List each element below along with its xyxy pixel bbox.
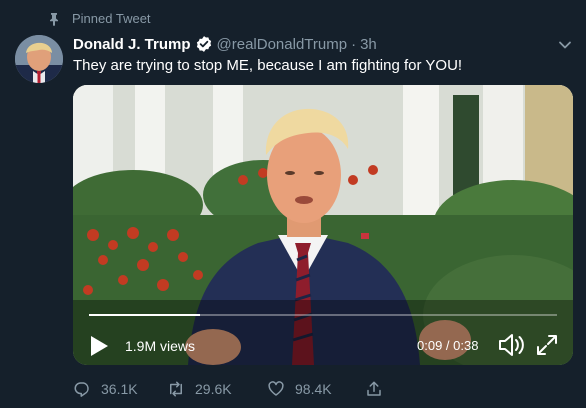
author-name[interactable]: Donald J. Trump <box>73 36 191 53</box>
video-progress-fill <box>89 314 200 316</box>
view-count: 1.9M views <box>125 338 196 354</box>
video-player[interactable]: 1.9M views 0:09 / 0:38 <box>73 85 573 365</box>
tweet-time[interactable]: 3h <box>360 36 377 53</box>
separator-dot: · <box>351 35 357 53</box>
tweet-text: They are trying to stop ME, because I am… <box>73 57 463 74</box>
verified-badge-icon <box>196 36 211 52</box>
avatar-image <box>15 35 63 83</box>
avatar[interactable] <box>15 35 63 83</box>
video-progress-bar[interactable] <box>89 314 557 316</box>
reply-button[interactable]: 36.1K <box>73 380 138 398</box>
like-count: 98.4K <box>295 381 332 397</box>
volume-icon[interactable] <box>497 331 525 359</box>
tweet-actions: 36.1K 29.6K 98.4K <box>73 380 586 402</box>
author-handle[interactable]: @realDonaldTrump <box>217 36 348 53</box>
retweet-count: 29.6K <box>195 381 232 397</box>
video-timecode: 0:09 / 0:38 <box>417 338 479 353</box>
retweet-button[interactable]: 29.6K <box>167 380 232 398</box>
retweet-icon <box>170 381 182 397</box>
like-icon <box>268 381 284 396</box>
fullscreen-icon[interactable] <box>535 333 559 357</box>
like-button[interactable]: 98.4K <box>267 380 332 398</box>
share-icon <box>367 381 381 396</box>
pinned-label: Pinned Tweet <box>72 11 151 26</box>
play-icon[interactable] <box>89 335 109 357</box>
chevron-down-icon[interactable] <box>558 38 572 52</box>
tweet-header: Donald J. Trump @realDonaldTrump · 3h <box>73 35 377 53</box>
pin-icon <box>50 12 58 26</box>
pinned-indicator: Pinned Tweet <box>47 11 151 26</box>
share-button[interactable] <box>365 380 393 398</box>
video-frame <box>73 85 573 365</box>
reply-count: 36.1K <box>101 381 138 397</box>
reply-icon <box>74 382 89 397</box>
